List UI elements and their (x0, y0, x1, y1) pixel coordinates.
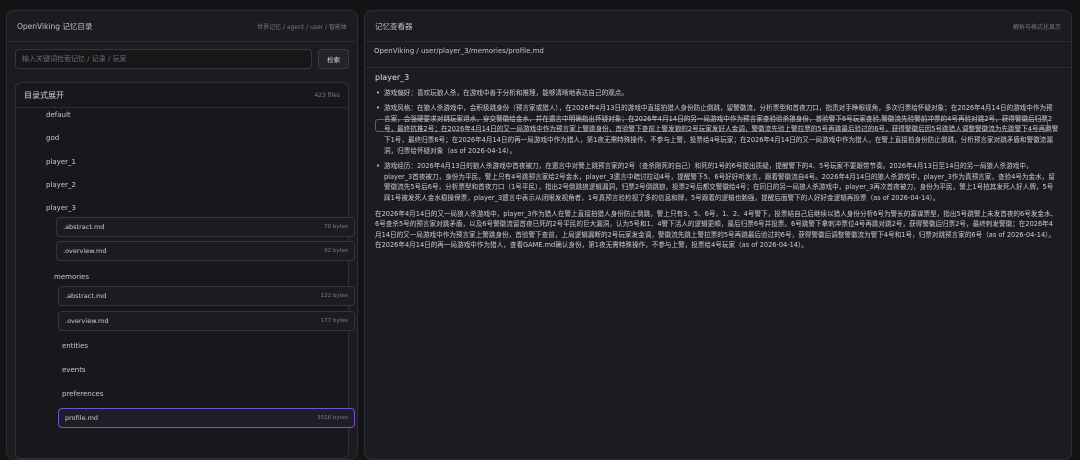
document-content: player_3 游戏偏好：喜欢玩狼人杀，在游戏中善于分析和推理，能够清晰地表达… (375, 73, 1059, 459)
file-item[interactable]: .abstract.md 122 bytes (58, 286, 355, 306)
file-item[interactable]: .abstract.md 70 bytes (56, 217, 355, 237)
tree-header: 目录式展开 423 files (16, 83, 348, 108)
file-item[interactable]: .overview.md 92 bytes (56, 241, 355, 261)
directory-tree: 目录式展开 423 files default god player_1 pla… (15, 82, 355, 459)
tree-node-events[interactable]: events (62, 366, 86, 374)
bullet-game-style: 游戏风格：在狼人杀游戏中，会积极跳身份（预言家或猎人），在2026年4月13日的… (375, 103, 1059, 156)
file-size: 3516 bytes (317, 415, 348, 421)
file-path: OpenViking / user/player_3/memories/prof… (374, 47, 544, 55)
file-name: .abstract.md (63, 223, 105, 231)
file-name: .overview.md (65, 317, 109, 325)
tree-node-player-1[interactable]: player_1 (46, 158, 76, 166)
tree-node-preferences[interactable]: preferences (62, 390, 104, 398)
tree-node-player-3[interactable]: player_3 (46, 204, 76, 212)
viewer-panel-header: 记忆查看器 解析与格式化显示 (365, 11, 1071, 42)
memory-directory-panel: OpenViking 记忆目录 世界记忆 / agent / user / 智能… (6, 10, 358, 460)
file-size: 122 bytes (320, 293, 348, 299)
file-name: .abstract.md (65, 292, 107, 300)
file-size: 92 bytes (324, 248, 348, 254)
directory-panel-title: OpenViking 记忆目录 (17, 21, 93, 31)
directory-panel-header: OpenViking 记忆目录 世界记忆 / agent / user / 智能… (7, 11, 357, 42)
bullet-game-experience: 游戏经历：2026年4月13日的狼人杀游戏中首夜被刀，在遗言中对警上跳预言家的2… (375, 161, 1059, 203)
viewer-panel-title: 记忆查看器 (375, 21, 413, 31)
file-size: 70 bytes (324, 224, 348, 230)
file-item-selected[interactable]: profile.md 3516 bytes (58, 408, 355, 428)
divider (365, 67, 1071, 68)
bullet-game-preference: 游戏偏好：喜欢玩狼人杀，在游戏中善于分析和推理，能够清晰地表达自己的观点。 (375, 88, 1059, 99)
document-title: player_3 (375, 73, 410, 82)
search-input[interactable] (15, 49, 312, 69)
file-name: .overview.md (63, 247, 107, 255)
tree-node-default[interactable]: default (46, 111, 71, 119)
directory-breadcrumb[interactable]: 世界记忆 / agent / user / 智能体 (257, 22, 347, 31)
tree-node-god[interactable]: god (46, 134, 59, 142)
search-row: 检索 (7, 42, 357, 76)
tree-node-memories[interactable]: memories (54, 273, 89, 281)
format-display-link[interactable]: 解析与格式化显示 (1013, 22, 1061, 31)
tree-node-player-2[interactable]: player_2 (46, 181, 76, 189)
tree-title: 目录式展开 (24, 90, 64, 100)
file-item[interactable]: .overview.md 177 bytes (58, 311, 355, 331)
file-size: 177 bytes (320, 318, 348, 324)
file-name: profile.md (65, 414, 99, 422)
file-count: 423 files (314, 91, 340, 99)
tree-node-entities[interactable]: entities (62, 342, 88, 350)
search-button[interactable]: 检索 (318, 49, 349, 69)
memory-viewer-panel: 记忆查看器 解析与格式化显示 OpenViking / user/player_… (364, 10, 1072, 460)
paragraph: 在2026年4月14日的再一局游戏中作为猎人，查看GAME.md确认身份，第1夜… (375, 241, 808, 250)
paragraph: 在2026年4月14日的又一局狼人杀游戏中，player_3作为猎人在警上直接拍… (375, 209, 1058, 239)
